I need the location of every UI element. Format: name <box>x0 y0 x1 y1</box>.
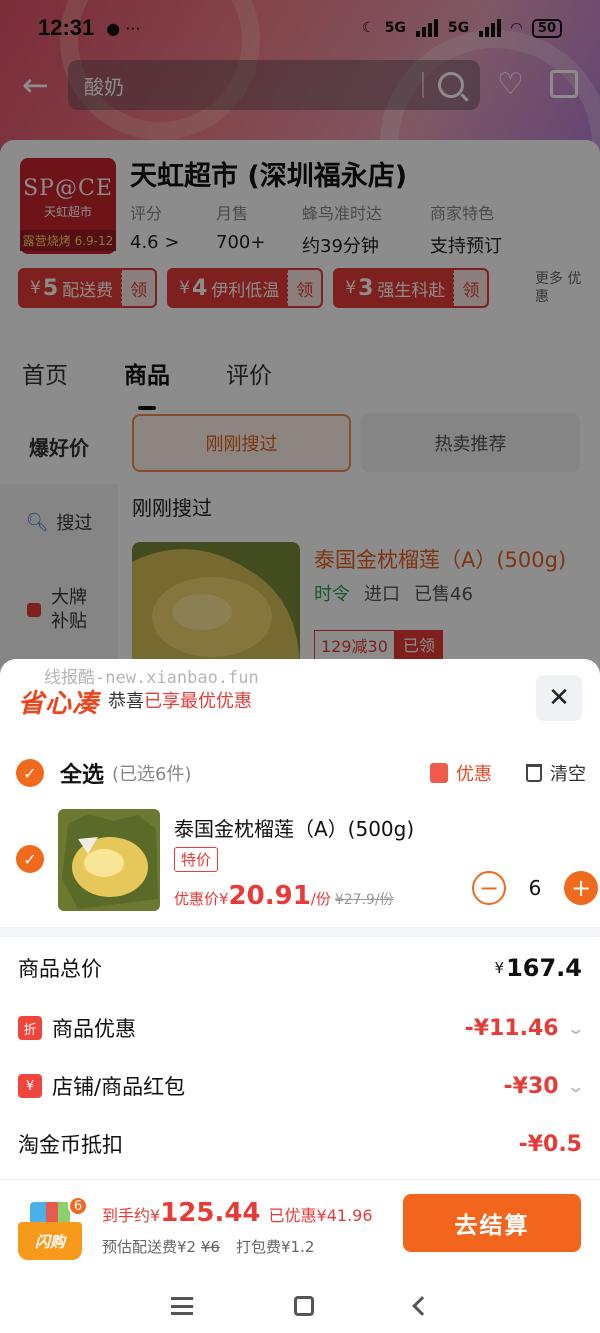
message-highlight: 已享最优优惠 <box>144 691 252 712</box>
cart-item: ✓ 泰国金枕榴莲（A）(500g) 特价 优惠价¥ 20.91 /份 ¥27.9… <box>16 807 598 917</box>
item-price: 优惠价¥ 20.91 /份 ¥27.9/份 <box>174 881 394 911</box>
total-amount: 167.4 <box>506 954 582 982</box>
summary-total-value: ¥167.4 <box>495 954 582 982</box>
pay-label: 到手约¥ <box>102 1206 161 1225</box>
select-all-row: ✓ 全选 (已选6件) 优惠 清空 <box>16 753 586 793</box>
delivery-fee: 预估配送费¥2 <box>102 1238 197 1256</box>
message-prefix: 恭喜 <box>108 691 144 712</box>
sheet-brand: 省心凑 <box>18 689 100 719</box>
saved-amount: 已优惠¥41.96 <box>268 1206 373 1225</box>
system-nav-bar <box>0 1279 600 1333</box>
item-image[interactable] <box>58 809 160 911</box>
currency-symbol: ¥ <box>494 959 505 977</box>
summary-coin-row: 淘金币抵扣 -¥0.5 <box>18 1129 582 1159</box>
delivery-fee-old: ¥6 <box>200 1238 220 1256</box>
pay-summary: 到手约¥ 125.44 已优惠¥41.96 <box>102 1198 373 1228</box>
home-icon[interactable] <box>293 1296 314 1316</box>
checkout-button[interactable]: 去结算 <box>403 1194 581 1252</box>
pay-amount: 125.44 <box>160 1198 261 1228</box>
red-packet-icon: ¥ <box>18 1074 42 1098</box>
decrease-button[interactable]: − <box>472 871 506 905</box>
summary-label: 淘金币抵扣 <box>18 1133 123 1157</box>
quantity-value[interactable]: 6 <box>506 876 564 900</box>
price-unit: /份 <box>310 890 331 908</box>
summary-label: 商品优惠 <box>52 1017 136 1041</box>
back-icon[interactable] <box>412 1296 433 1316</box>
select-all-label[interactable]: 全选 <box>60 757 104 789</box>
summary-redpacket-row[interactable]: ¥ 店铺/商品红包 -¥30 ⌄ <box>18 1071 585 1101</box>
redpacket-value: -¥30 <box>503 1073 559 1099</box>
quantity-stepper: − 6 + <box>472 871 598 905</box>
price-value: 20.91 <box>228 881 311 911</box>
cart-icon[interactable]: 闪购 6 <box>16 1196 88 1264</box>
promo-label: 优惠 <box>456 764 492 785</box>
clear-button[interactable]: 清空 <box>526 760 586 786</box>
packing-fee: 打包费¥1.2 <box>235 1238 315 1256</box>
original-price: ¥27.9/份 <box>334 892 394 908</box>
promo-button[interactable]: 优惠 <box>430 760 492 786</box>
checkout-bar: 闪购 6 到手约¥ 125.44 已优惠¥41.96 预估配送费¥2 ¥6 打包… <box>0 1179 600 1279</box>
price-label: 优惠价¥ <box>174 890 229 908</box>
close-icon: ✕ <box>548 683 570 713</box>
item-special-tag: 特价 <box>174 847 219 872</box>
item-name[interactable]: 泰国金枕榴莲（A）(500g) <box>174 813 414 842</box>
summary-label: 商品总价 <box>18 957 102 981</box>
sheet-message: 恭喜已享最优优惠 <box>108 687 252 713</box>
trash-icon <box>526 764 542 782</box>
item-checkbox[interactable]: ✓ <box>16 845 44 873</box>
select-all-checkbox[interactable]: ✓ <box>16 759 44 787</box>
fee-summary: 预估配送费¥2 ¥6 打包费¥1.2 <box>102 1236 314 1257</box>
discount-icon: 折 <box>18 1016 42 1040</box>
chevron-down-icon: ⌄ <box>565 1018 585 1038</box>
coin-value: -¥0.5 <box>518 1131 582 1157</box>
discount-value: -¥11.46 <box>464 1015 559 1041</box>
cart-basket: 闪购 <box>18 1222 82 1260</box>
cart-count-badge: 6 <box>68 1196 88 1216</box>
chevron-down-icon: ⌄ <box>565 1076 585 1096</box>
divider <box>0 927 600 937</box>
summary-discount-row[interactable]: 折商品优惠 -¥11.46 ⌄ <box>18 1013 585 1043</box>
summary-label: 店铺/商品红包 <box>52 1075 186 1099</box>
cart-sheet: 线报酷-new.xianbao.fun 省心凑 恭喜已享最优优惠 ✕ ✓ 全选 … <box>0 659 600 1333</box>
increase-button[interactable]: + <box>564 871 598 905</box>
clear-label: 清空 <box>550 764 586 785</box>
summary-total-row: 商品总价 ¥167.4 <box>18 953 582 983</box>
coupon-icon <box>430 763 448 783</box>
selected-count: (已选6件) <box>112 764 192 785</box>
close-button[interactable]: ✕ <box>536 675 582 721</box>
recent-apps-icon[interactable] <box>170 1297 193 1315</box>
